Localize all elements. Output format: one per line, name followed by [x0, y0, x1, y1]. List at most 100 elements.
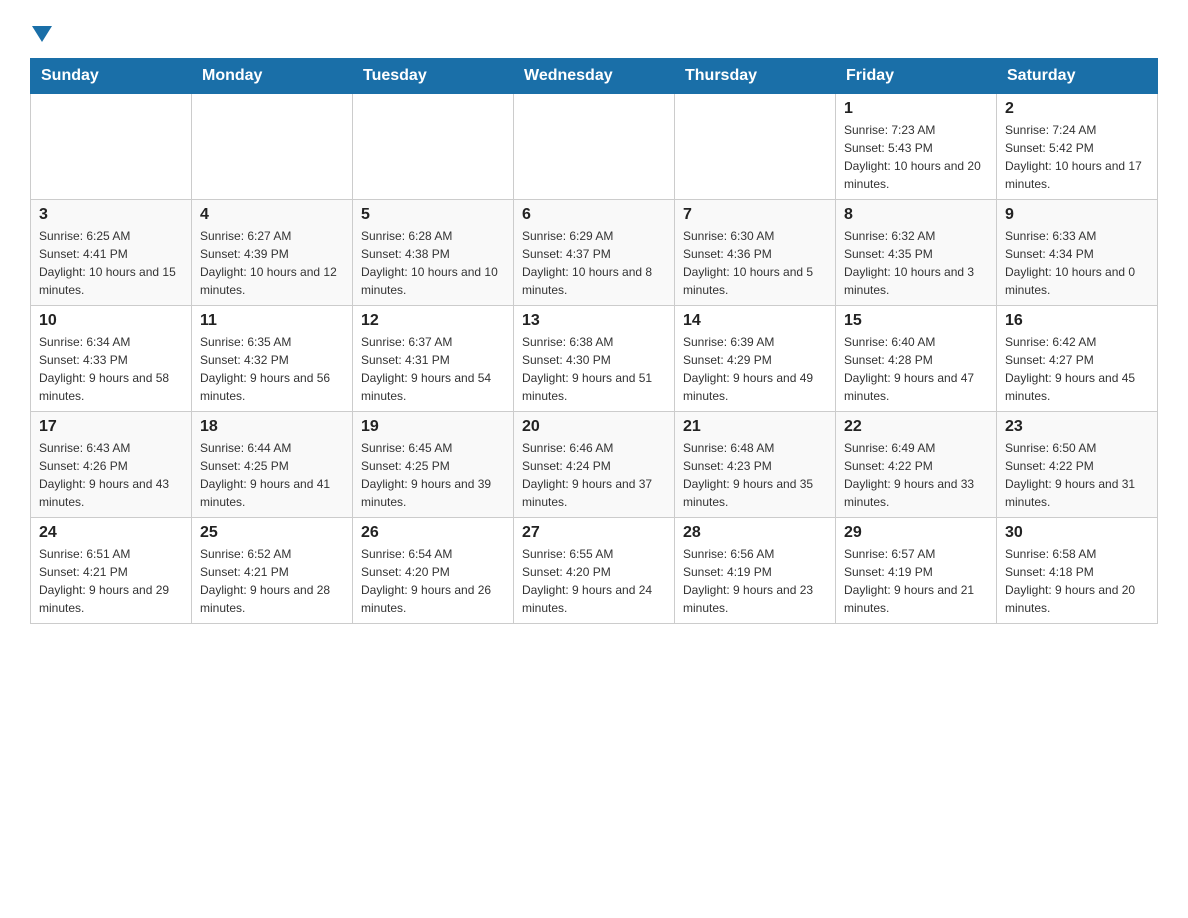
day-number: 8: [844, 206, 988, 224]
weekday-header-friday: Friday: [836, 59, 997, 94]
day-number: 26: [361, 524, 505, 542]
day-number: 18: [200, 418, 344, 436]
calendar-cell: 10 Sunrise: 6:34 AM Sunset: 4:33 PM Dayli…: [31, 306, 192, 412]
calendar-cell: 23 Sunrise: 6:50 AM Sunset: 4:22 PM Dayli…: [997, 412, 1158, 518]
calendar-cell: 11 Sunrise: 6:35 AM Sunset: 4:32 PM Dayli…: [192, 306, 353, 412]
day-number: 24: [39, 524, 183, 542]
calendar-cell: 26 Sunrise: 6:54 AM Sunset: 4:20 PM Dayli…: [353, 518, 514, 624]
calendar-cell: 24 Sunrise: 6:51 AM Sunset: 4:21 PM Dayli…: [31, 518, 192, 624]
calendar-cell: [514, 94, 675, 200]
day-number: 1: [844, 100, 988, 118]
calendar-cell: [353, 94, 514, 200]
calendar-cell: 6 Sunrise: 6:29 AM Sunset: 4:37 PM Daylig…: [514, 200, 675, 306]
day-info: Sunrise: 6:32 AM Sunset: 4:35 PM Dayligh…: [844, 227, 988, 299]
day-number: 28: [683, 524, 827, 542]
day-info: Sunrise: 6:33 AM Sunset: 4:34 PM Dayligh…: [1005, 227, 1149, 299]
day-number: 21: [683, 418, 827, 436]
calendar-cell: 12 Sunrise: 6:37 AM Sunset: 4:31 PM Dayli…: [353, 306, 514, 412]
day-number: 3: [39, 206, 183, 224]
calendar-week-row: 3 Sunrise: 6:25 AM Sunset: 4:41 PM Daylig…: [31, 200, 1158, 306]
day-info: Sunrise: 6:51 AM Sunset: 4:21 PM Dayligh…: [39, 545, 183, 617]
day-info: Sunrise: 6:45 AM Sunset: 4:25 PM Dayligh…: [361, 439, 505, 511]
day-info: Sunrise: 6:39 AM Sunset: 4:29 PM Dayligh…: [683, 333, 827, 405]
calendar-cell: 3 Sunrise: 6:25 AM Sunset: 4:41 PM Daylig…: [31, 200, 192, 306]
weekday-header-wednesday: Wednesday: [514, 59, 675, 94]
day-info: Sunrise: 6:30 AM Sunset: 4:36 PM Dayligh…: [683, 227, 827, 299]
calendar-week-row: 17 Sunrise: 6:43 AM Sunset: 4:26 PM Dayli…: [31, 412, 1158, 518]
day-number: 6: [522, 206, 666, 224]
weekday-header-monday: Monday: [192, 59, 353, 94]
calendar-week-row: 10 Sunrise: 6:34 AM Sunset: 4:33 PM Dayli…: [31, 306, 1158, 412]
calendar-cell: 5Sunrise: 6:28 AM Sunset: 4:38 PM Daylig…: [353, 200, 514, 306]
day-number: 25: [200, 524, 344, 542]
logo: [30, 30, 52, 46]
calendar-cell: [192, 94, 353, 200]
day-number: 20: [522, 418, 666, 436]
day-info: Sunrise: 6:38 AM Sunset: 4:30 PM Dayligh…: [522, 333, 666, 405]
day-number: 30: [1005, 524, 1149, 542]
day-info: Sunrise: 6:34 AM Sunset: 4:33 PM Dayligh…: [39, 333, 183, 405]
calendar-cell: 17 Sunrise: 6:43 AM Sunset: 4:26 PM Dayli…: [31, 412, 192, 518]
day-info: Sunrise: 6:52 AM Sunset: 4:21 PM Dayligh…: [200, 545, 344, 617]
day-number: 14: [683, 312, 827, 330]
weekday-header-thursday: Thursday: [675, 59, 836, 94]
day-info: Sunrise: 6:43 AM Sunset: 4:26 PM Dayligh…: [39, 439, 183, 511]
calendar-cell: 9 Sunrise: 6:33 AM Sunset: 4:34 PM Daylig…: [997, 200, 1158, 306]
calendar-table: SundayMondayTuesdayWednesdayThursdayFrid…: [30, 58, 1158, 624]
calendar-cell: 25 Sunrise: 6:52 AM Sunset: 4:21 PM Dayli…: [192, 518, 353, 624]
page-header: [30, 20, 1158, 46]
day-number: 17: [39, 418, 183, 436]
calendar-cell: [31, 94, 192, 200]
day-info: Sunrise: 6:50 AM Sunset: 4:22 PM Dayligh…: [1005, 439, 1149, 511]
calendar-cell: 14 Sunrise: 6:39 AM Sunset: 4:29 PM Dayli…: [675, 306, 836, 412]
day-info: Sunrise: 6:46 AM Sunset: 4:24 PM Dayligh…: [522, 439, 666, 511]
day-info: Sunrise: 6:35 AM Sunset: 4:32 PM Dayligh…: [200, 333, 344, 405]
calendar-cell: 1 Sunrise: 7:23 AM Sunset: 5:43 PM Daylig…: [836, 94, 997, 200]
day-info: Sunrise: 6:55 AM Sunset: 4:20 PM Dayligh…: [522, 545, 666, 617]
day-number: 4: [200, 206, 344, 224]
day-number: 2: [1005, 100, 1149, 118]
day-info: Sunrise: 6:58 AM Sunset: 4:18 PM Dayligh…: [1005, 545, 1149, 617]
day-info: Sunrise: 6:25 AM Sunset: 4:41 PM Dayligh…: [39, 227, 183, 299]
day-info: Sunrise: 6:44 AM Sunset: 4:25 PM Dayligh…: [200, 439, 344, 511]
calendar-week-row: 24 Sunrise: 6:51 AM Sunset: 4:21 PM Dayli…: [31, 518, 1158, 624]
day-number: 23: [1005, 418, 1149, 436]
calendar-cell: 27 Sunrise: 6:55 AM Sunset: 4:20 PM Dayli…: [514, 518, 675, 624]
day-number: 5: [361, 206, 505, 224]
calendar-week-row: 1 Sunrise: 7:23 AM Sunset: 5:43 PM Daylig…: [31, 94, 1158, 200]
weekday-header-sunday: Sunday: [31, 59, 192, 94]
calendar-cell: 7 Sunrise: 6:30 AM Sunset: 4:36 PM Daylig…: [675, 200, 836, 306]
day-info: Sunrise: 6:42 AM Sunset: 4:27 PM Dayligh…: [1005, 333, 1149, 405]
calendar-cell: 28 Sunrise: 6:56 AM Sunset: 4:19 PM Dayli…: [675, 518, 836, 624]
day-number: 19: [361, 418, 505, 436]
day-info: Sunrise: 6:56 AM Sunset: 4:19 PM Dayligh…: [683, 545, 827, 617]
weekday-header-tuesday: Tuesday: [353, 59, 514, 94]
day-info: Sunrise: 6:29 AM Sunset: 4:37 PM Dayligh…: [522, 227, 666, 299]
calendar-cell: [675, 94, 836, 200]
day-number: 16: [1005, 312, 1149, 330]
calendar-cell: 13 Sunrise: 6:38 AM Sunset: 4:30 PM Dayli…: [514, 306, 675, 412]
day-number: 22: [844, 418, 988, 436]
day-number: 9: [1005, 206, 1149, 224]
calendar-header-row: SundayMondayTuesdayWednesdayThursdayFrid…: [31, 59, 1158, 94]
calendar-cell: 19 Sunrise: 6:45 AM Sunset: 4:25 PM Dayli…: [353, 412, 514, 518]
day-number: 10: [39, 312, 183, 330]
day-info: Sunrise: 6:48 AM Sunset: 4:23 PM Dayligh…: [683, 439, 827, 511]
calendar-cell: 16 Sunrise: 6:42 AM Sunset: 4:27 PM Dayli…: [997, 306, 1158, 412]
day-info: Sunrise: 6:27 AM Sunset: 4:39 PM Dayligh…: [200, 227, 344, 299]
calendar-cell: 15Sunrise: 6:40 AM Sunset: 4:28 PM Dayli…: [836, 306, 997, 412]
day-info: Sunrise: 6:54 AM Sunset: 4:20 PM Dayligh…: [361, 545, 505, 617]
logo-triangle-icon: [32, 26, 52, 42]
day-number: 11: [200, 312, 344, 330]
day-number: 12: [361, 312, 505, 330]
day-info: Sunrise: 6:40 AM Sunset: 4:28 PM Dayligh…: [844, 333, 988, 405]
calendar-cell: 18 Sunrise: 6:44 AM Sunset: 4:25 PM Dayli…: [192, 412, 353, 518]
calendar-cell: 21 Sunrise: 6:48 AM Sunset: 4:23 PM Dayli…: [675, 412, 836, 518]
day-number: 13: [522, 312, 666, 330]
calendar-cell: 2Sunrise: 7:24 AM Sunset: 5:42 PM Daylig…: [997, 94, 1158, 200]
day-number: 27: [522, 524, 666, 542]
day-info: Sunrise: 7:23 AM Sunset: 5:43 PM Dayligh…: [844, 121, 988, 193]
calendar-cell: 30 Sunrise: 6:58 AM Sunset: 4:18 PM Dayli…: [997, 518, 1158, 624]
day-info: Sunrise: 6:37 AM Sunset: 4:31 PM Dayligh…: [361, 333, 505, 405]
day-number: 7: [683, 206, 827, 224]
